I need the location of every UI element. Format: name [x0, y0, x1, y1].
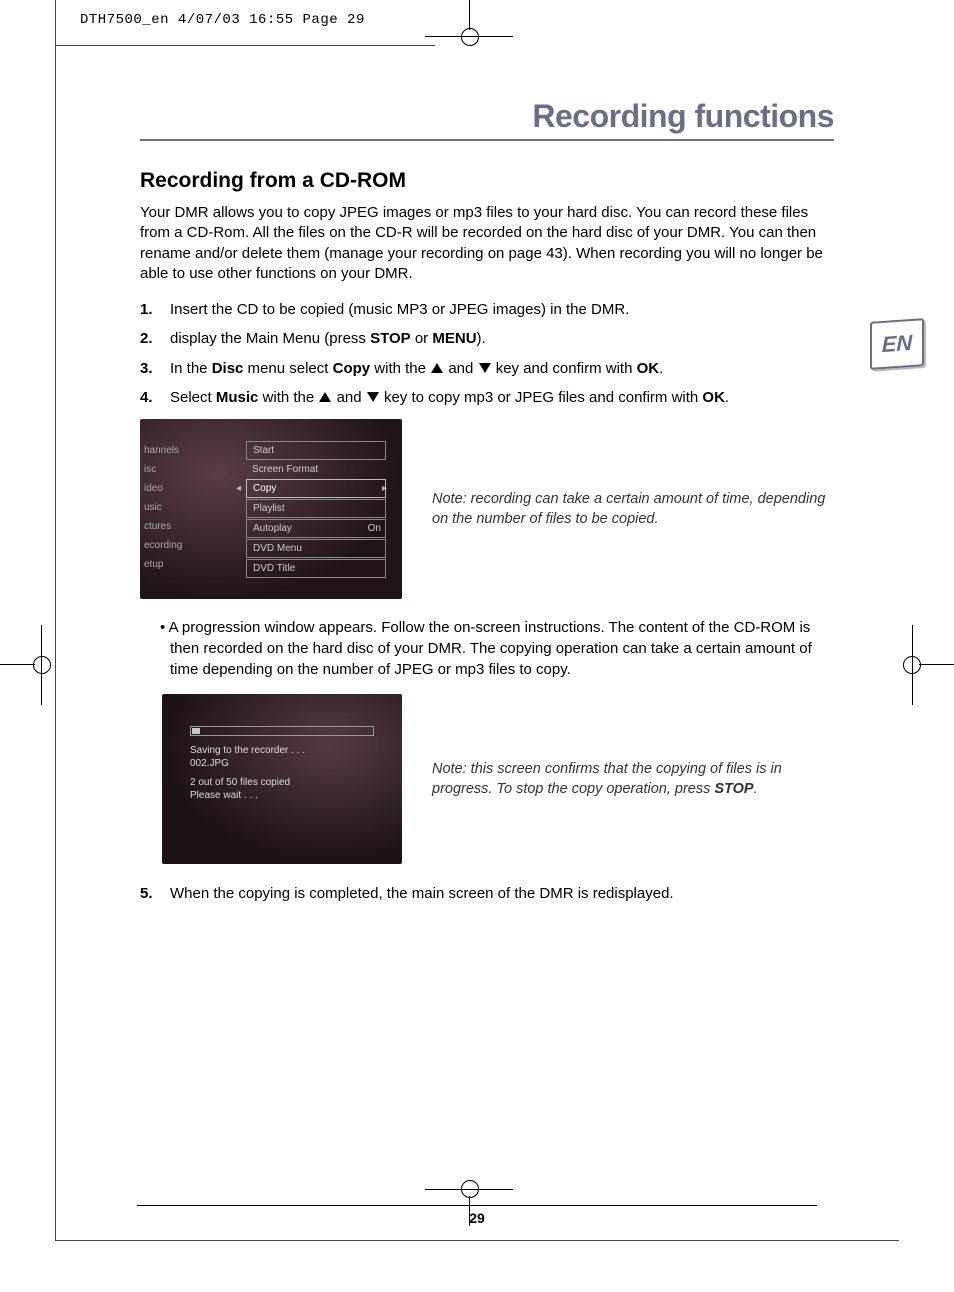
progress-line-1: Saving to the recorder . . .: [190, 744, 374, 757]
intro-paragraph: Your DMR allows you to copy JPEG images …: [140, 203, 834, 284]
menu-left-item: usic: [140, 498, 236, 517]
step-1: Insert the CD to be copied (music MP3 or…: [140, 298, 834, 321]
step-4: Select Music with the and key to copy mp…: [140, 386, 834, 409]
progression-bullet: • A progression window appears. Follow t…: [140, 617, 834, 680]
menu-right-item: Playlist: [246, 499, 386, 518]
progress-screenshot: Saving to the recorder . . . 002.JPG 2 o…: [162, 694, 402, 864]
steps-list-cont: When the copying is completed, the main …: [140, 882, 834, 905]
progress-line-2: 002.JPG: [190, 757, 374, 770]
registration-cross-left: [41, 625, 42, 705]
menu-right-item: Start: [246, 441, 386, 460]
down-arrow-icon: [366, 391, 380, 403]
steps-list: Insert the CD to be copied (music MP3 or…: [140, 298, 834, 409]
menu-left-item: ctures: [140, 517, 236, 536]
trim-outline-top: [55, 45, 435, 46]
menu-right-item: DVD Menu: [246, 539, 386, 558]
registration-mark-right: [884, 645, 954, 685]
registration-cross-right: [912, 625, 913, 705]
menu-right-item: DVD Title: [246, 559, 386, 578]
progress-line-4: Please wait . . .: [190, 789, 374, 802]
menu-screenshot: hannelsiscideousiccturesecordingetup Sta…: [140, 419, 402, 599]
menu-left-item: etup: [140, 555, 236, 574]
menu-left-item: ecording: [140, 536, 236, 555]
registration-cross-bottom: [425, 1189, 513, 1190]
menu-left-item: hannels: [140, 441, 236, 460]
progress-line-3: 2 out of 50 files copied: [190, 776, 374, 789]
menu-right-item: Screen Format: [246, 461, 386, 478]
menu-left-item: ideo: [140, 479, 236, 498]
registration-mark-bottom: [450, 1176, 490, 1226]
menu-left-item: isc: [140, 460, 236, 479]
registration-mark-left: [0, 645, 70, 685]
up-arrow-icon: [430, 362, 444, 374]
step-5: When the copying is completed, the main …: [140, 882, 834, 905]
section-title: Recording from a CD-ROM: [140, 169, 834, 193]
registration-cross-top: [425, 36, 513, 37]
step-2: display the Main Menu (press STOP or MEN…: [140, 327, 834, 350]
up-arrow-icon: [318, 391, 332, 403]
menu-right-item: Copy: [246, 479, 386, 498]
registration-mark-top: [450, 0, 490, 50]
language-badge-text: EN: [870, 318, 924, 370]
step-3: In the Disc menu select Copy with the an…: [140, 357, 834, 380]
progress-bar: [190, 726, 374, 736]
note-recording-time: Note: recording can take a certain amoun…: [432, 489, 834, 530]
down-arrow-icon: [478, 362, 492, 374]
language-badge: EN: [870, 320, 922, 368]
page-title: Recording functions: [140, 98, 834, 141]
menu-right-item: Autoplay: [246, 519, 386, 538]
note-copy-progress: Note: this screen confirms that the copy…: [432, 759, 834, 800]
